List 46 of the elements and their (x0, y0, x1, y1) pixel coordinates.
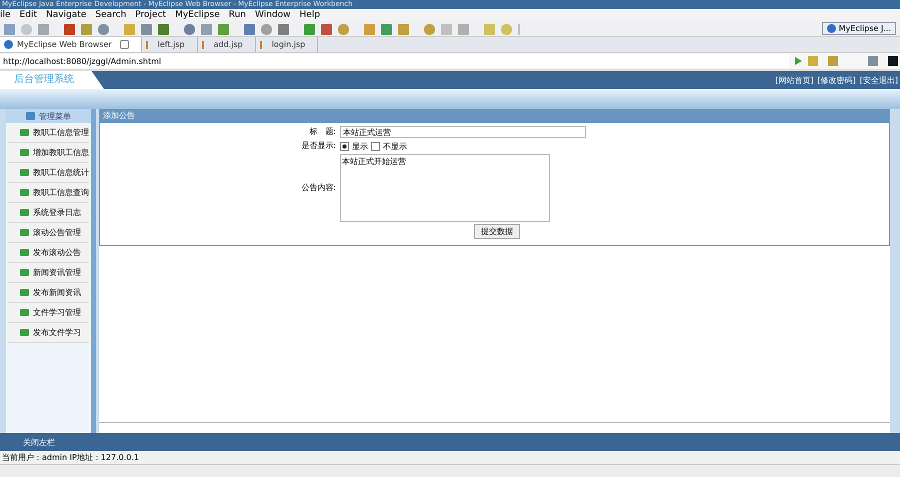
menu-item[interactable]: Navigate (46, 10, 86, 20)
address-field[interactable]: http://localhost:8080/jzggl/Admin.shtml (0, 54, 789, 68)
sidebar-item[interactable]: 滚动公告管理 (8, 223, 89, 243)
site-logo: 后台管理系统 (0, 71, 104, 89)
submit-button[interactable]: 提交数据 (474, 224, 520, 239)
editor-tab[interactable]: left.jsp (142, 37, 198, 52)
field-label: 标 题: (308, 126, 336, 138)
menu-item[interactable]: Edit (20, 10, 37, 20)
sidebar-item[interactable]: 教职工信息统计 (8, 163, 89, 183)
radio-label: 不显示 (383, 140, 407, 152)
sidebar-item[interactable]: 发布文件学习 (8, 323, 89, 343)
radio-label: 显示 (352, 140, 368, 152)
content-field[interactable]: 本站正式开始运营 (340, 154, 550, 222)
sidebar-item[interactable]: 文件学习管理 (8, 303, 89, 323)
sidebar-item[interactable]: 新闻资讯管理 (8, 263, 89, 283)
menu-item[interactable]: Search (95, 10, 126, 20)
menu-item[interactable]: Project (135, 10, 166, 20)
close-icon[interactable] (120, 40, 129, 49)
field-label: 公告内容: (300, 182, 336, 194)
toggle-link[interactable]: 关闭左栏 (0, 436, 55, 448)
editor-tab[interactable]: add.jsp (198, 37, 256, 52)
title-field[interactable]: 本站正式运营 (340, 126, 586, 138)
navigation-drawing[interactable] (808, 56, 898, 66)
panel-title: 添加公告 (100, 109, 889, 123)
sidebar-item[interactable]: 系统登录日志 (8, 203, 89, 223)
radio-button[interactable] (340, 142, 349, 150)
top-link[interactable]: [安全退出] (860, 74, 898, 86)
sidebar-item[interactable]: 教职工信息查询 (8, 183, 89, 203)
sidebar-item[interactable]: 发布新闻资讯 (8, 283, 89, 303)
radio-button[interactable] (371, 142, 380, 150)
menu-item[interactable]: Run (228, 10, 246, 20)
menu-item[interactable]: Help (300, 10, 320, 20)
menu-item[interactable]: MyEclipse (175, 10, 220, 20)
sidebar-item[interactable]: 教职工信息管理 (8, 123, 89, 143)
sidebar-item[interactable]: 增加教职工信息 (8, 143, 89, 163)
editor-tab[interactable]: MyEclipse Web Browser (0, 37, 142, 52)
top-link[interactable]: [修改密码] (818, 74, 856, 86)
field-label: 是否显示: (300, 140, 336, 152)
editor-tab[interactable]: login.jsp (256, 37, 318, 52)
perspective-button[interactable]: MyEclipse J... (822, 22, 896, 35)
top-link[interactable]: [网站首页] (775, 74, 814, 86)
status-text: 当前用户：admin IP地址：127.0.0.1 (0, 451, 900, 465)
sidebar-title: 管理菜单 (39, 110, 71, 122)
menu-item[interactable]: Window (255, 10, 291, 20)
sidebar-item[interactable]: 发布滚动公告 (8, 243, 89, 263)
menu-item[interactable]: ile (0, 10, 11, 20)
